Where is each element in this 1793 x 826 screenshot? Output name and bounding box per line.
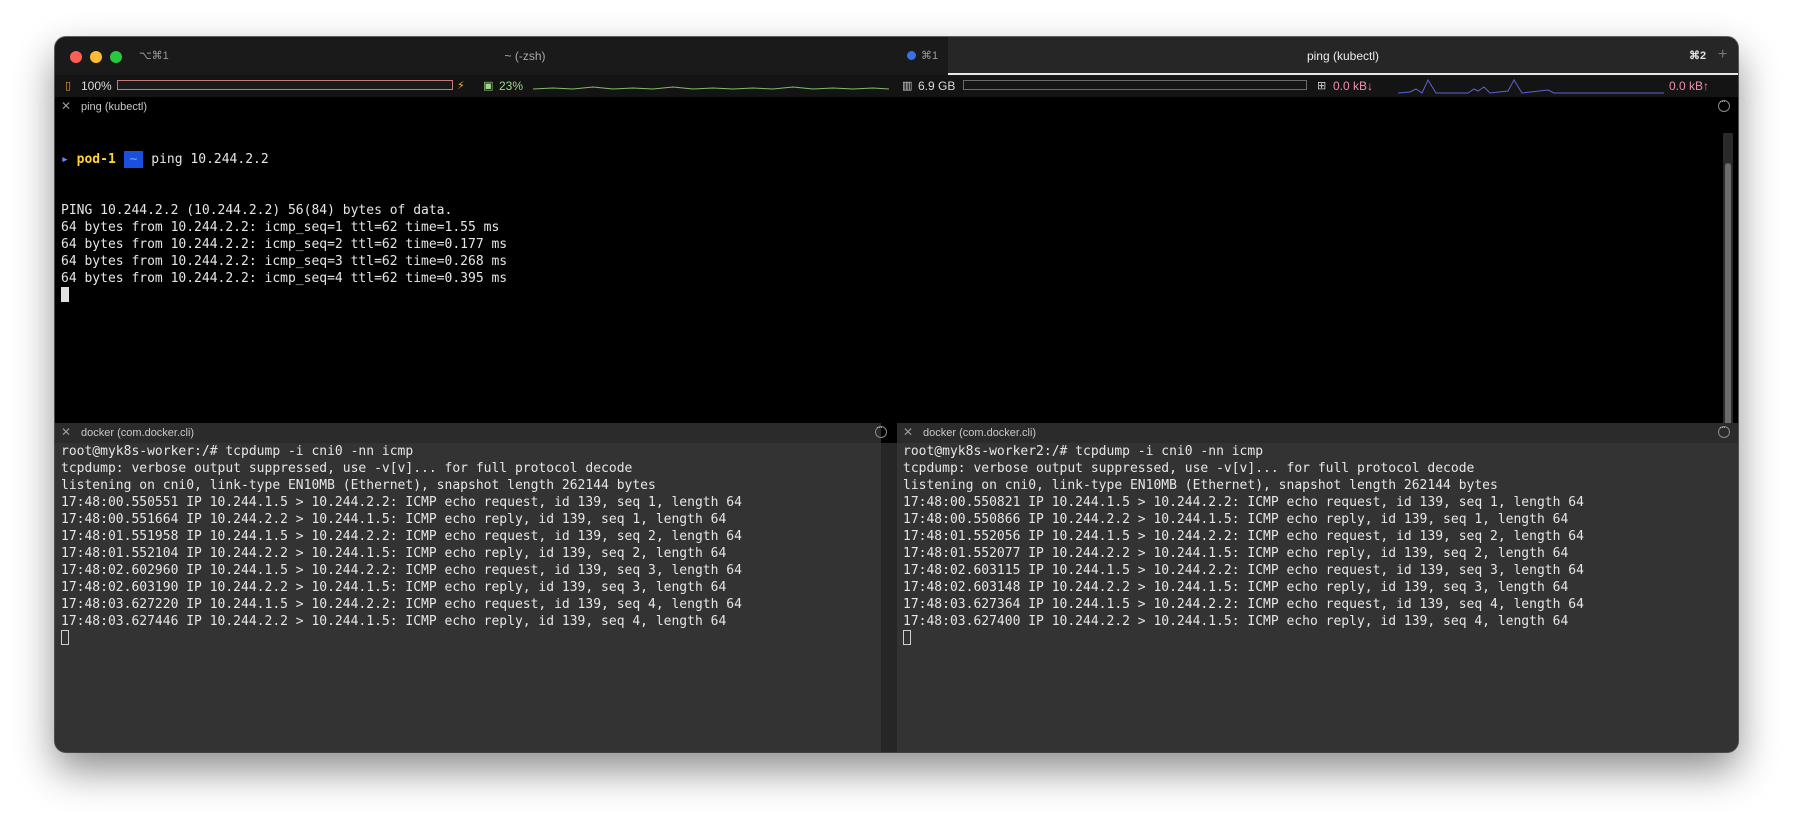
prompt-command: ping 10.244.2.2 xyxy=(151,152,269,167)
pane-header: ✕ docker (com.docker.cli) xyxy=(897,422,1738,443)
terminal-line: 17:48:00.550821 IP 10.244.1.5 > 10.244.2… xyxy=(903,495,1584,510)
pane-menu-icon[interactable] xyxy=(1718,96,1730,112)
pane-menu-icon[interactable] xyxy=(875,422,887,438)
tab-shortcut-right: ⌘1 xyxy=(921,50,939,62)
terminal-line: tcpdump: verbose output suppressed, use … xyxy=(61,461,633,476)
tab-shortcut-right: ⌘2 xyxy=(1689,50,1707,62)
terminal-output[interactable]: root@myk8s-worker2:/# tcpdump -i cni0 -n… xyxy=(903,443,1584,647)
terminal-line: 17:48:00.550551 IP 10.244.1.5 > 10.244.2… xyxy=(61,495,742,510)
status-bar: ▯ 100% ⚡ ▣ 23% ▥ 6.9 GB ⊞ 0.0 kB↓ 0.0 kB… xyxy=(55,75,1738,97)
pane-header: ✕ docker (com.docker.cli) xyxy=(55,422,887,443)
maximize-window-button[interactable] xyxy=(110,51,122,63)
terminal-line: 64 bytes from 10.244.2.2: icmp_seq=3 ttl… xyxy=(61,254,508,269)
cpu-graph xyxy=(533,86,889,90)
cursor xyxy=(61,630,69,645)
terminal-output[interactable]: root@myk8s-worker:/# tcpdump -i cni0 -nn… xyxy=(61,443,742,647)
terminal-line: 17:48:00.550866 IP 10.244.2.2 > 10.244.1… xyxy=(903,512,1569,527)
terminal-line: 17:48:03.627220 IP 10.244.1.5 > 10.244.2… xyxy=(61,597,742,612)
terminal-line: 17:48:01.552104 IP 10.244.2.2 > 10.244.1… xyxy=(61,546,727,561)
cpu-icon: ▣ xyxy=(483,79,494,92)
network-icon: ⊞ xyxy=(1317,79,1327,92)
activity-dot-icon xyxy=(907,51,916,60)
pane-title: docker (com.docker.cli) xyxy=(81,427,195,439)
network-up: 0.0 kB↑ xyxy=(1669,79,1710,93)
tab-zsh[interactable]: ⌥⌘1 ~ (-zsh) ⌘1 xyxy=(55,37,948,75)
close-pane-icon[interactable]: ✕ xyxy=(903,425,913,439)
network-graph xyxy=(1398,78,1664,94)
pane-docker-worker[interactable]: ✕ docker (com.docker.cli) root@myk8s-wor… xyxy=(55,422,887,752)
lightning-icon: ⚡ xyxy=(457,79,465,92)
scrollbar[interactable] xyxy=(1723,133,1733,457)
terminal-line: 17:48:01.551958 IP 10.244.1.5 > 10.244.2… xyxy=(61,529,742,544)
cursor-line xyxy=(903,630,1584,647)
terminal-line: tcpdump: verbose output suppressed, use … xyxy=(903,461,1475,476)
memory-icon: ▥ xyxy=(902,79,913,92)
terminal-line: listening on cni0, link-type EN10MB (Eth… xyxy=(903,478,1498,493)
close-pane-icon[interactable]: ✕ xyxy=(61,99,71,113)
pane-menu-icon[interactable] xyxy=(1718,422,1730,438)
terminal-line: 17:48:02.603148 IP 10.244.2.2 > 10.244.1… xyxy=(903,580,1569,595)
prompt-dir: ~ xyxy=(123,151,144,168)
terminal-line: PING 10.244.2.2 (10.244.2.2) 56(84) byte… xyxy=(61,203,453,218)
terminal-line: 64 bytes from 10.244.2.2: icmp_seq=4 ttl… xyxy=(61,271,508,286)
battery-icon: ▯ xyxy=(65,79,72,92)
close-pane-icon[interactable]: ✕ xyxy=(61,425,71,439)
close-window-button[interactable] xyxy=(70,51,82,63)
terminal-line: root@myk8s-worker:/# tcpdump -i cni0 -nn… xyxy=(61,444,414,459)
cursor xyxy=(903,630,911,645)
tab-shortcut-left: ⌥⌘1 xyxy=(139,50,169,62)
pane-ping[interactable]: ✕ ping (kubectl) ▸ pod-1 ~ ping 10.244.2… xyxy=(55,96,1738,462)
prompt-context: pod-1 xyxy=(76,152,116,167)
terminal-line: 17:48:03.627364 IP 10.244.1.5 > 10.244.2… xyxy=(903,597,1584,612)
network-down: 0.0 kB↓ xyxy=(1333,79,1374,93)
terminal-line: root@myk8s-worker2:/# tcpdump -i cni0 -n… xyxy=(903,444,1264,459)
pane-title: docker (com.docker.cli) xyxy=(923,427,1037,439)
terminal-line: 17:48:02.602960 IP 10.244.1.5 > 10.244.2… xyxy=(61,563,742,578)
tab-ping[interactable]: ping (kubectl) ⌘2 xyxy=(948,37,1738,75)
prompt-line: ▸ pod-1 ~ ping 10.244.2.2 xyxy=(61,151,269,168)
tab-title: ping (kubectl) xyxy=(1306,49,1380,63)
new-tab-plus-icon[interactable]: + xyxy=(1718,46,1727,64)
terminal-output[interactable]: ▸ pod-1 ~ ping 10.244.2.2 PING 10.244.2.… xyxy=(61,117,507,304)
pane-header: ✕ ping (kubectl) xyxy=(55,96,1738,117)
terminal-line: 17:48:02.603115 IP 10.244.1.5 > 10.244.2… xyxy=(903,563,1584,578)
battery-bar xyxy=(117,80,453,90)
terminal-line: 17:48:00.551664 IP 10.244.2.2 > 10.244.1… xyxy=(61,512,727,527)
title-bar: ⌥⌘1 ~ (-zsh) ⌘1 ping (kubectl) ⌘2 + xyxy=(55,37,1738,75)
pane-divider[interactable] xyxy=(881,443,897,752)
scrollbar-thumb[interactable] xyxy=(1725,163,1731,453)
terminal-line: listening on cni0, link-type EN10MB (Eth… xyxy=(61,478,656,493)
terminal-window: ⌥⌘1 ~ (-zsh) ⌘1 ping (kubectl) ⌘2 + ▯ 10… xyxy=(55,37,1738,752)
minimize-window-button[interactable] xyxy=(90,51,102,63)
cursor-line xyxy=(61,630,742,647)
cursor xyxy=(61,287,69,302)
terminal-line: 17:48:03.627446 IP 10.244.2.2 > 10.244.1… xyxy=(61,614,727,629)
terminal-line: 64 bytes from 10.244.2.2: icmp_seq=2 ttl… xyxy=(61,237,508,252)
terminal-line: 17:48:03.627400 IP 10.244.2.2 > 10.244.1… xyxy=(903,614,1569,629)
tab-title: ~ (-zsh) xyxy=(504,49,546,63)
terminal-line: 17:48:02.603190 IP 10.244.2.2 > 10.244.1… xyxy=(61,580,727,595)
memory-usage: 6.9 GB xyxy=(918,79,956,93)
pane-docker-worker2[interactable]: ✕ docker (com.docker.cli) root@myk8s-wor… xyxy=(897,422,1738,752)
cursor-line xyxy=(61,287,507,304)
battery-percent: 100% xyxy=(81,79,112,93)
terminal-line: 17:48:01.552077 IP 10.244.2.2 > 10.244.1… xyxy=(903,546,1569,561)
terminal-line: 64 bytes from 10.244.2.2: icmp_seq=1 ttl… xyxy=(61,220,500,235)
memory-bar xyxy=(963,80,1307,90)
cpu-percent: 23% xyxy=(499,79,524,93)
pane-title: ping (kubectl) xyxy=(81,101,148,113)
terminal-line: 17:48:01.552056 IP 10.244.1.5 > 10.244.2… xyxy=(903,529,1584,544)
